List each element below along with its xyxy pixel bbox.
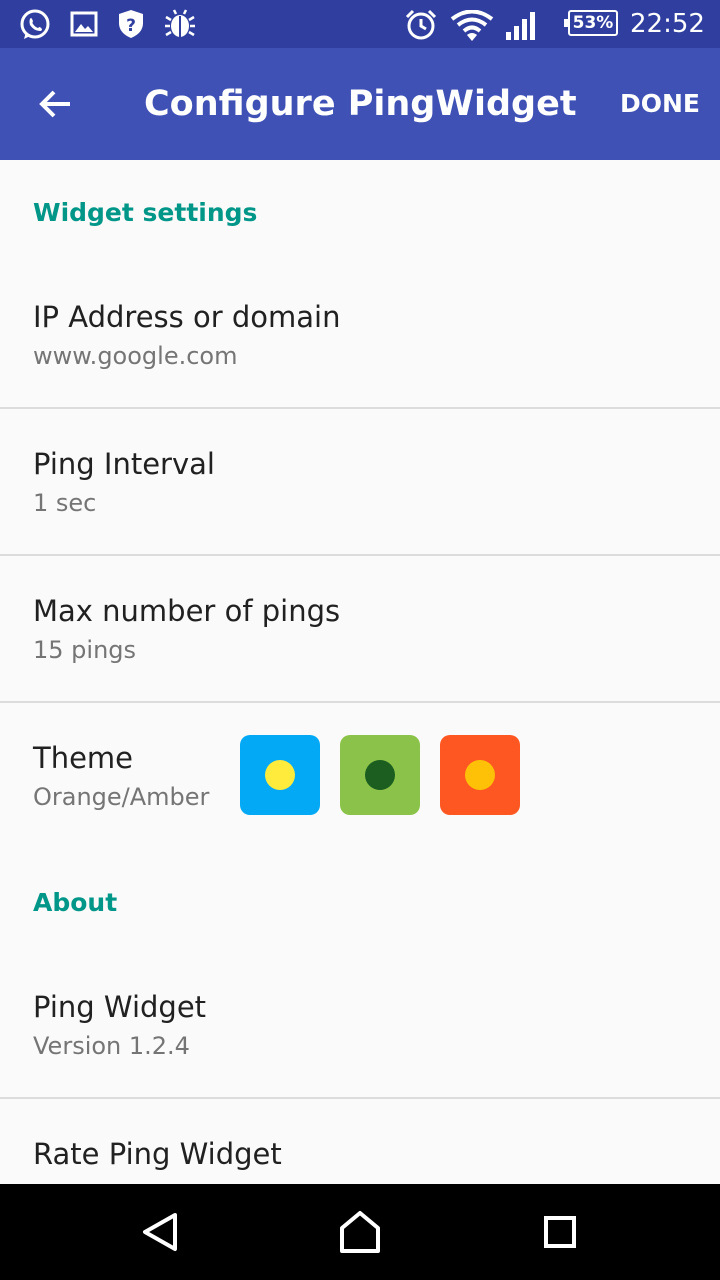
battery-percent: 53% xyxy=(572,13,614,33)
back-triangle-icon[interactable] xyxy=(130,1202,190,1262)
pref-title: Theme xyxy=(33,741,134,775)
gallery-icon xyxy=(70,11,98,37)
section-header-about: About xyxy=(33,888,118,917)
bug-icon xyxy=(165,9,195,37)
signal-icon xyxy=(506,12,535,40)
pref-max-pings[interactable]: Max number of pings 15 pings xyxy=(0,592,720,738)
pref-summary: www.google.com xyxy=(33,342,238,370)
pref-about-version[interactable]: Ping Widget Version 1.2.4 xyxy=(0,988,720,1134)
section-header-widget-settings: Widget settings xyxy=(33,198,258,227)
divider xyxy=(0,407,720,409)
swatch-dot xyxy=(265,760,295,790)
status-bar: ? 53% 22:52 xyxy=(0,0,720,48)
pref-theme[interactable]: Theme Orange/Amber xyxy=(0,739,230,885)
pref-title: Ping Widget xyxy=(33,990,207,1024)
navigation-bar xyxy=(0,1184,720,1280)
swatch-dot xyxy=(465,760,495,790)
app-bar: Configure PingWidget DONE xyxy=(0,48,720,160)
pref-title: Rate Ping Widget xyxy=(33,1137,282,1171)
pref-ip-address[interactable]: IP Address or domain www.google.com xyxy=(0,298,720,444)
pref-summary: Version 1.2.4 xyxy=(33,1032,190,1060)
status-time: 22:52 xyxy=(630,9,705,39)
pref-summary: 1 sec xyxy=(33,489,97,517)
divider xyxy=(0,701,720,703)
svg-text:?: ? xyxy=(126,16,136,36)
done-button[interactable]: DONE xyxy=(612,86,708,122)
page-title: Configure PingWidget xyxy=(144,84,577,124)
pref-ping-interval[interactable]: Ping Interval 1 sec xyxy=(0,445,720,591)
theme-swatch-orange-amber[interactable] xyxy=(440,735,520,815)
recents-square-icon[interactable] xyxy=(530,1202,590,1262)
pref-summary: Orange/Amber xyxy=(33,783,210,811)
divider xyxy=(0,554,720,556)
shield-question-icon: ? xyxy=(119,10,143,38)
theme-swatch-blue-yellow[interactable] xyxy=(240,735,320,815)
divider xyxy=(0,1097,720,1099)
battery-icon: 53% xyxy=(564,10,618,36)
swatch-dot xyxy=(365,760,395,790)
pref-rate-app[interactable]: Rate Ping Widget xyxy=(0,1135,720,1184)
pref-title: IP Address or domain xyxy=(33,300,341,334)
alarm-icon xyxy=(405,9,437,40)
pref-title: Ping Interval xyxy=(33,447,215,481)
arrow-back-icon[interactable] xyxy=(36,84,76,124)
theme-swatch-green[interactable] xyxy=(340,735,420,815)
home-icon[interactable] xyxy=(330,1202,390,1262)
pref-title: Max number of pings xyxy=(33,594,341,628)
pref-summary: 15 pings xyxy=(33,636,137,664)
wifi-icon xyxy=(450,10,494,41)
whatsapp-icon xyxy=(20,9,50,39)
